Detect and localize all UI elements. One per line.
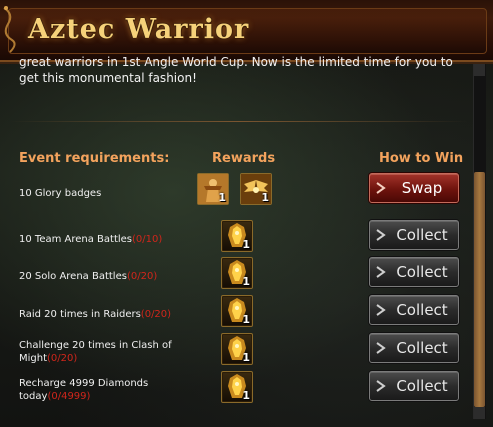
golden-armor-icon[interactable]: 1 (221, 295, 253, 327)
requirement-text: 10 Glory badges (19, 187, 199, 200)
swap-label: Swap (401, 179, 443, 197)
scroll-up-button[interactable] (474, 64, 485, 76)
golden-armor-icon[interactable]: 1 (221, 257, 253, 289)
collect-button[interactable]: Collect (369, 371, 459, 401)
requirement-label: Raid 20 times in Raiders (19, 309, 141, 320)
ornament-icon (3, 6, 16, 53)
chevron-right-icon (376, 182, 386, 194)
requirement-label: Challenge 20 times in Clash of Might (19, 340, 172, 364)
collect-button[interactable]: Collect (369, 220, 459, 250)
page-title: Aztec Warrior (28, 14, 250, 45)
chevron-right-icon (376, 342, 386, 354)
requirement-text: 20 Solo Arena Battles(0/20) (19, 270, 199, 283)
collect-button[interactable]: Collect (369, 333, 459, 363)
requirement-progress: (0/20) (140, 309, 172, 320)
collect-label: Collect (396, 226, 448, 244)
scroll-down-button[interactable] (474, 407, 485, 419)
requirement-progress: (0/10) (132, 234, 163, 245)
reward-quantity: 1 (242, 238, 250, 251)
rewards-header: Rewards (212, 151, 276, 166)
collect-button[interactable]: Collect (369, 295, 459, 325)
requirement-text: 10 Team Arena Battles(0/10) (19, 233, 199, 246)
reward-quantity: 1 (218, 191, 226, 204)
collect-button[interactable]: Collect (369, 257, 459, 287)
collect-label: Collect (396, 263, 448, 281)
chevron-right-icon (376, 266, 386, 278)
requirement-text: Raid 20 times in Raiders(0/20) (19, 308, 199, 321)
requirement-progress: (0/20) (126, 271, 158, 282)
requirement-label: 10 Glory badges (19, 188, 102, 199)
requirement-progress: (0/20) (47, 353, 78, 364)
collect-label: Collect (396, 301, 448, 319)
requirements-header: Event requirements: (19, 151, 170, 166)
divider (10, 121, 468, 122)
how-to-win-header: How to Win (379, 151, 464, 166)
reward-quantity: 1 (242, 275, 250, 288)
warrior-figure-icon[interactable]: 1 (197, 173, 229, 205)
requirement-text: Challenge 20 times in Clash of Might(0/2… (19, 339, 179, 365)
chevron-right-icon (376, 380, 386, 392)
golden-armor-icon[interactable]: 1 (221, 333, 253, 365)
requirement-progress: (0/4999) (47, 391, 91, 402)
reward-quantity: 1 (242, 351, 250, 364)
reward-quantity: 1 (242, 389, 250, 402)
golden-armor-icon[interactable]: 1 (221, 371, 253, 403)
collect-label: Collect (396, 377, 448, 395)
requirement-label: 10 Team Arena Battles (19, 234, 133, 245)
event-description: great warriors in 1st Angle World Cup. N… (19, 55, 453, 85)
golden-armor-icon[interactable]: 1 (221, 220, 253, 252)
chevron-right-icon (376, 304, 386, 316)
chevron-right-icon (376, 229, 386, 241)
requirement-label: 20 Solo Arena Battles (19, 271, 127, 282)
scrollbar-thumb[interactable] (474, 172, 485, 407)
requirement-text: Recharge 4999 Diamonds today(0/4999) (19, 377, 149, 403)
swap-button[interactable]: Swap (369, 173, 459, 203)
title-bar: Aztec Warrior (0, 0, 493, 62)
reward-quantity: 1 (261, 191, 269, 204)
reward-quantity: 1 (242, 313, 250, 326)
collect-label: Collect (396, 339, 448, 357)
golden-wings-icon[interactable]: 1 (240, 173, 272, 205)
